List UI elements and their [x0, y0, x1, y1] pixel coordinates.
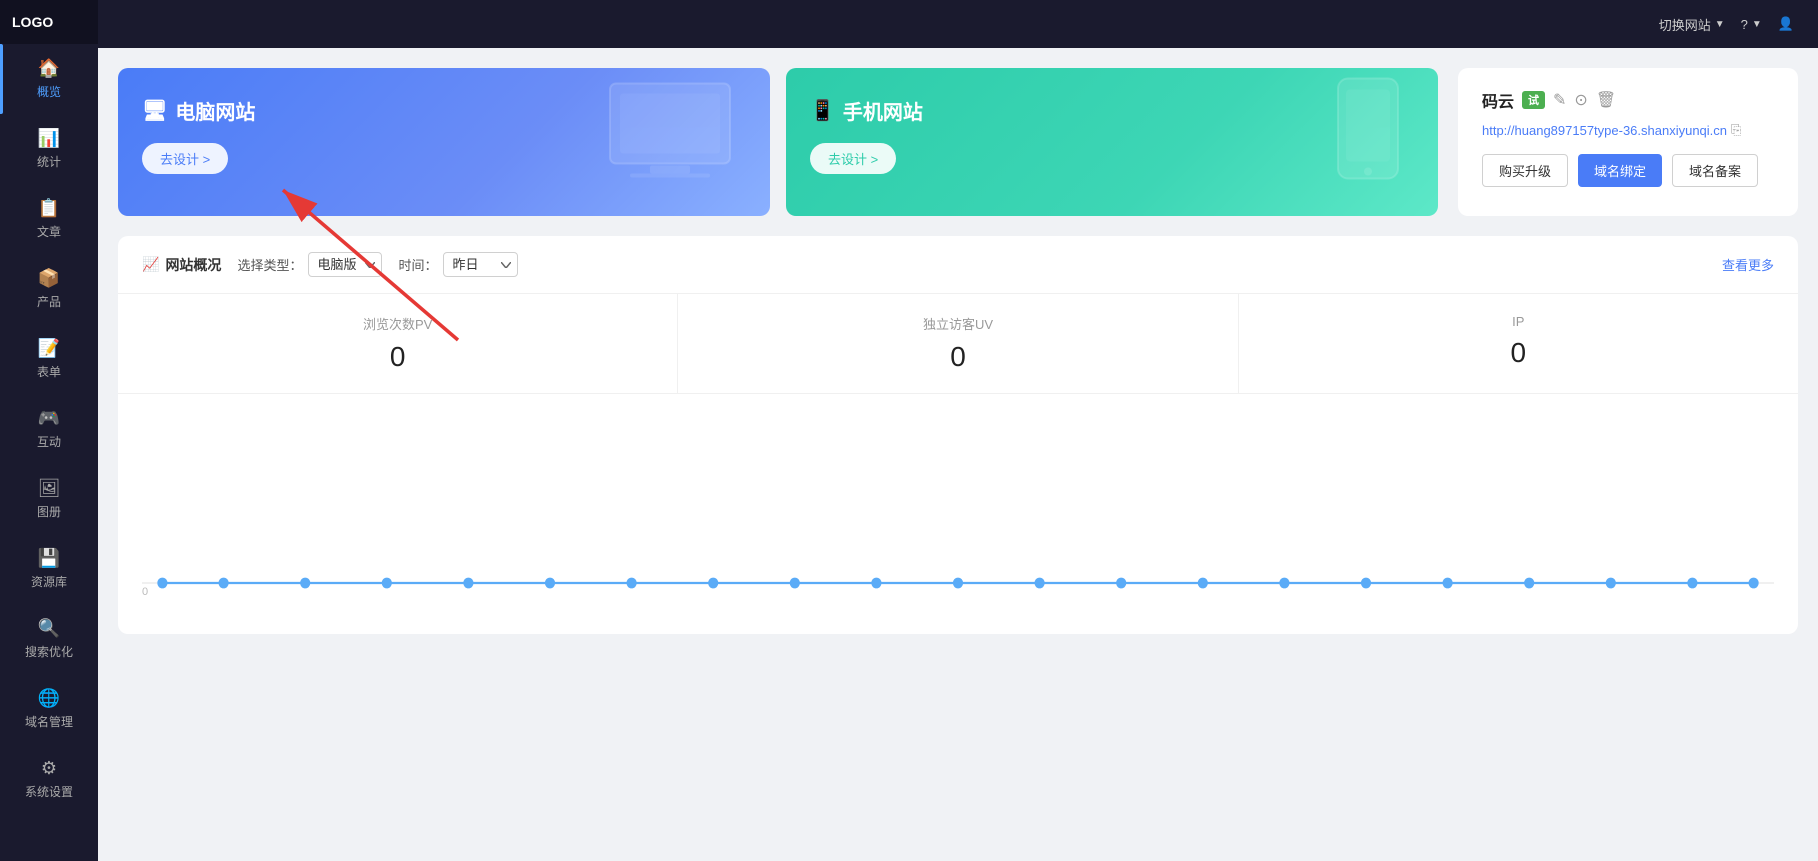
metric-pv: 浏览次数PV 0 [118, 294, 678, 393]
content-area: 🖥 电脑网站 去设计 > [98, 48, 1818, 861]
view-more-link[interactable]: 查看更多 [1722, 255, 1774, 274]
stats-section: 📈 网站概况 选择类型： 电脑版 手机版 全部 时间： 昨日 今日 [118, 236, 1798, 634]
stats-title: 📈 网站概况 [142, 255, 221, 275]
sidebar-item-label: 图册 [37, 503, 61, 520]
help-icon: ? [1741, 17, 1748, 32]
article-icon: 📋 [38, 198, 60, 219]
mobile-design-button[interactable]: 去设计 > [810, 143, 896, 174]
domain-icon: 🌐 [38, 688, 60, 709]
header-bar: 切换网站 ▼ ? ▼ 👤 [98, 0, 1818, 48]
desktop-card-title: 🖥 电脑网站 [142, 96, 746, 125]
sidebar-item-products[interactable]: 📦 产品 [0, 254, 98, 324]
metric-uv-label: 独立访客UV [702, 314, 1213, 333]
sidebar-item-label: 系统设置 [25, 783, 73, 800]
sidebar-item-label: 域名管理 [25, 713, 73, 730]
site-cards-col: 🖥 电脑网站 去设计 > [118, 68, 1438, 216]
desktop-site-card: 🖥 电脑网站 去设计 > [118, 68, 770, 216]
chart-area: 0 [118, 394, 1798, 634]
mobile-card-title: 📱 手机网站 [810, 96, 1414, 125]
sidebar-item-label: 产品 [37, 293, 61, 310]
sidebar-item-label: 表单 [37, 363, 61, 380]
help-button[interactable]: ? ▼ [1741, 17, 1762, 32]
sidebar: LOGO 🏠 概览 📊 统计 📋 文章 📦 产品 📝 表单 🎮 互动 🖼 图册 … [0, 0, 98, 861]
sidebar-item-interactive[interactable]: 🎮 互动 [0, 394, 98, 464]
chevron-down-icon: ▼ [1752, 19, 1762, 30]
metric-ip-label: IP [1263, 314, 1774, 329]
sidebar-item-gallery[interactable]: 🖼 图册 [0, 464, 98, 534]
stats-metrics: 浏览次数PV 0 独立访客UV 0 IP 0 [118, 294, 1798, 394]
stats-filter-type: 选择类型： 电脑版 手机版 全部 [237, 252, 382, 277]
desktop-icon: 🖥 [142, 98, 167, 123]
bind-domain-button[interactable]: 域名绑定 [1578, 154, 1662, 187]
info-panel-header: 码云 试 ✎ ⊙ 🗑 [1482, 88, 1774, 112]
desktop-design-button[interactable]: 去设计 > [142, 143, 228, 174]
stats-filter-time: 时间： 昨日 今日 近7日 近30日 [398, 252, 518, 277]
mobile-icon: 📱 [810, 98, 835, 123]
brand-tag: 试 [1522, 91, 1545, 109]
copy-icon[interactable]: ⎘ [1731, 122, 1741, 138]
settings-small-icon[interactable]: ⊙ [1574, 90, 1587, 110]
metric-ip: IP 0 [1239, 294, 1798, 393]
sidebar-item-forms[interactable]: 📝 表单 [0, 324, 98, 394]
user-icon: 👤 [1778, 16, 1794, 32]
edit-icon[interactable]: ✎ [1553, 90, 1566, 110]
sidebar-item-label: 资源库 [31, 573, 67, 590]
chart-zero-label: 0 [142, 586, 148, 598]
seo-icon: 🔍 [38, 618, 60, 639]
logo: LOGO [0, 0, 98, 44]
sidebar-item-label: 搜索优化 [25, 643, 73, 660]
record-domain-button[interactable]: 域名备案 [1672, 154, 1758, 187]
product-icon: 📦 [38, 268, 60, 289]
upgrade-button[interactable]: 购买升级 [1482, 154, 1568, 187]
gallery-icon: 🖼 [38, 478, 61, 499]
sidebar-item-stats[interactable]: 📊 统计 [0, 114, 98, 184]
form-icon: 📝 [38, 338, 60, 359]
account-button[interactable]: 👤 [1778, 16, 1794, 32]
resource-icon: 💾 [38, 548, 60, 569]
sidebar-item-settings[interactable]: ⚙ 系统设置 [0, 744, 98, 814]
sidebar-item-label: 统计 [37, 153, 61, 170]
chevron-down-icon: ▼ [1715, 19, 1725, 30]
filter-time-select[interactable]: 昨日 今日 近7日 近30日 [443, 252, 518, 277]
metric-ip-value: 0 [1263, 337, 1774, 369]
sidebar-item-label: 互动 [37, 433, 61, 450]
info-actions: 购买升级 域名绑定 域名备案 [1482, 154, 1774, 187]
metric-pv-value: 0 [142, 341, 653, 373]
sidebar-item-seo[interactable]: 🔍 搜索优化 [0, 604, 98, 674]
stats-header: 📈 网站概况 选择类型： 电脑版 手机版 全部 时间： 昨日 今日 [118, 236, 1798, 294]
stats-icon: 📊 [38, 128, 60, 149]
sidebar-item-domain[interactable]: 🌐 域名管理 [0, 674, 98, 744]
chart-svg [142, 394, 1774, 610]
brand-name: 码云 [1482, 88, 1514, 112]
chart-icon: 📈 [142, 256, 159, 273]
mobile-site-card: 📱 手机网站 去设计 > [786, 68, 1438, 216]
sidebar-item-label: 文章 [37, 223, 61, 240]
sidebar-item-overview[interactable]: 🏠 概览 [0, 44, 98, 114]
info-icons: ✎ ⊙ 🗑 [1553, 90, 1616, 110]
sidebar-item-articles[interactable]: 📋 文章 [0, 184, 98, 254]
metric-pv-label: 浏览次数PV [142, 314, 653, 333]
main-layout: 切换网站 ▼ ? ▼ 👤 🖥 电脑网站 [98, 0, 1818, 861]
metric-uv-value: 0 [702, 341, 1213, 373]
sidebar-item-label: 概览 [37, 83, 61, 100]
info-panel: 码云 试 ✎ ⊙ 🗑 http://huang897157type-36.sha… [1458, 68, 1798, 216]
interactive-icon: 🎮 [38, 408, 60, 429]
settings-icon: ⚙ [41, 758, 57, 779]
delete-icon[interactable]: 🗑 [1596, 90, 1616, 110]
info-url: http://huang897157type-36.shanxiyunqi.cn… [1482, 122, 1774, 138]
top-section: 🖥 电脑网站 去设计 > [118, 68, 1798, 216]
switch-site-button[interactable]: 切换网站 ▼ [1659, 15, 1725, 34]
filter-type-select[interactable]: 电脑版 手机版 全部 [308, 252, 382, 277]
home-icon: 🏠 [38, 58, 60, 79]
metric-uv: 独立访客UV 0 [678, 294, 1238, 393]
sidebar-item-resources[interactable]: 💾 资源库 [0, 534, 98, 604]
